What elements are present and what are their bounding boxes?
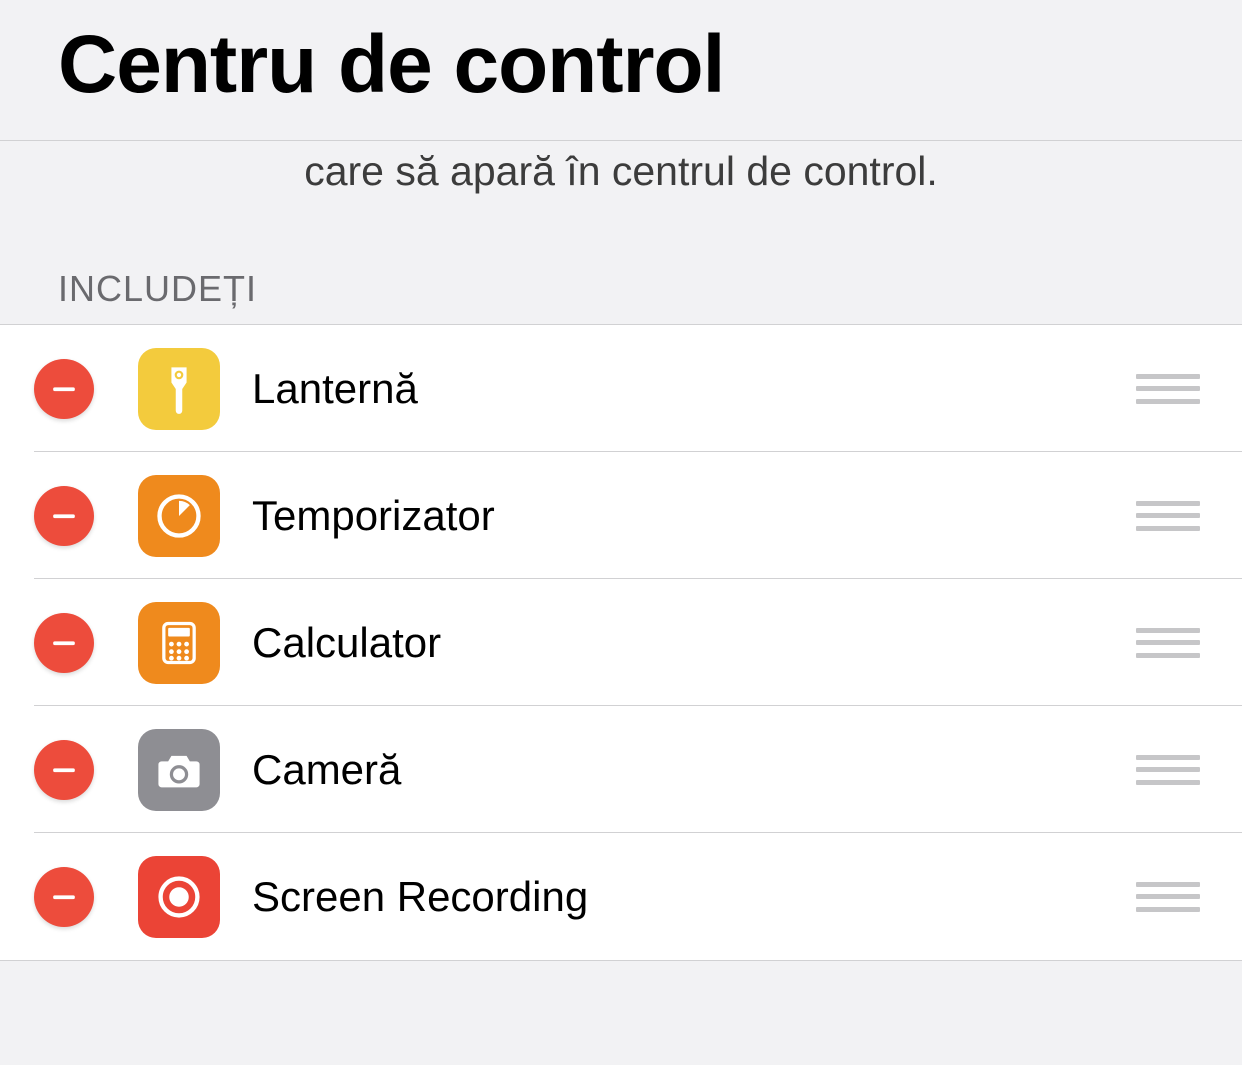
item-label: Lanternă [252,365,1136,413]
remove-button[interactable] [34,359,94,419]
drag-handle-icon[interactable] [1136,755,1200,785]
minus-icon [51,884,77,910]
minus-icon [51,503,77,529]
minus-icon [51,376,77,402]
page-title: Centru de control [58,18,1184,112]
drag-handle-icon[interactable] [1136,374,1200,404]
drag-handle-icon[interactable] [1136,501,1200,531]
include-list: Lanternă Temporizator [0,324,1242,961]
remove-button[interactable] [34,486,94,546]
timer-icon [138,475,220,557]
remove-button[interactable] [34,867,94,927]
remove-button[interactable] [34,740,94,800]
section-header-include: INCLUDEȚI [0,268,1242,324]
page-header: Centru de control [0,0,1242,141]
calculator-icon [138,602,220,684]
minus-icon [51,757,77,783]
minus-icon [51,630,77,656]
item-label: Temporizator [252,492,1136,540]
list-item[interactable]: Calculator [0,579,1242,706]
page-description: care să apară în centrul de control. [0,141,1242,268]
screen-recording-icon [138,856,220,938]
remove-button[interactable] [34,613,94,673]
drag-handle-icon[interactable] [1136,882,1200,912]
item-label: Cameră [252,746,1136,794]
list-item[interactable]: Screen Recording [0,833,1242,960]
drag-handle-icon[interactable] [1136,628,1200,658]
list-item[interactable]: Lanternă [0,325,1242,452]
list-item[interactable]: Temporizator [0,452,1242,579]
item-label: Calculator [252,619,1136,667]
list-item[interactable]: Cameră [0,706,1242,833]
flashlight-icon [138,348,220,430]
camera-icon [138,729,220,811]
item-label: Screen Recording [252,873,1136,921]
bottom-spacer [0,961,1242,1056]
